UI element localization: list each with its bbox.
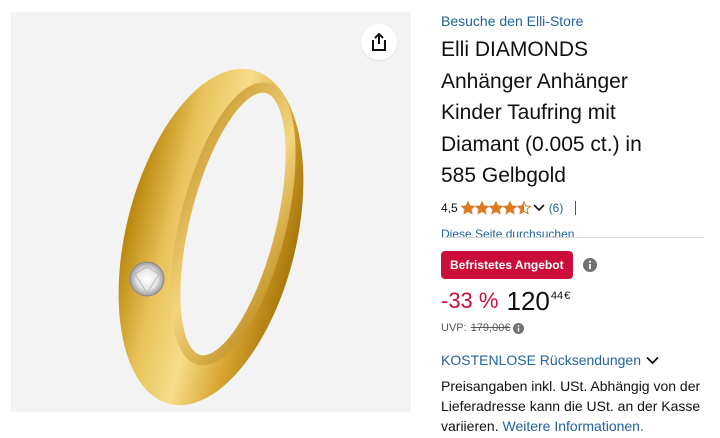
chevron-down-icon bbox=[646, 356, 659, 365]
title-line: Diamant (0.005 ct.) in bbox=[441, 132, 642, 156]
title-line: 585 Gelbgold bbox=[441, 164, 566, 187]
store-link[interactable]: Besuche den Elli-Store bbox=[441, 10, 711, 32]
star-icon bbox=[516, 200, 531, 215]
price-note: Preisangaben inkl. USt. Abhängig von der… bbox=[441, 376, 711, 436]
discount-percent: -33 % bbox=[441, 288, 499, 313]
star-icon bbox=[474, 200, 489, 215]
free-returns-link[interactable]: KOSTENLOSE Rücksendungen bbox=[441, 352, 659, 368]
price-currency: € bbox=[564, 290, 571, 302]
star-icon bbox=[488, 200, 503, 215]
more-info-link[interactable]: Weitere Informationen. bbox=[502, 418, 643, 434]
title-line: Anhänger Anhänger bbox=[441, 69, 628, 93]
product-details: Besuche den Elli-Store Elli DIAMONDS Anh… bbox=[441, 10, 711, 242]
uvp-value: 179,00€ bbox=[470, 322, 511, 334]
divider bbox=[441, 237, 704, 238]
rating-value: 4,5 bbox=[441, 200, 458, 215]
info-icon[interactable] bbox=[582, 258, 597, 272]
title-line: Kinder Taufring mit bbox=[441, 101, 616, 124]
chevron-down-icon[interactable] bbox=[533, 203, 545, 212]
star-icon bbox=[502, 200, 517, 215]
share-button[interactable] bbox=[361, 24, 397, 60]
uvp-row: UVP: 179,00€ bbox=[441, 322, 525, 334]
price-fraction: 44 bbox=[550, 290, 564, 302]
product-image-panel[interactable] bbox=[11, 12, 411, 412]
product-image-ring bbox=[118, 68, 304, 406]
star-rating[interactable] bbox=[460, 200, 531, 215]
ratings-count-link[interactable]: (6) bbox=[549, 201, 564, 215]
price-whole: 120 bbox=[506, 286, 550, 316]
divider bbox=[575, 200, 577, 215]
deal-badge: Befristetes Angebot bbox=[441, 251, 573, 279]
star-icon bbox=[460, 200, 475, 215]
product-title: Elli DIAMONDS Anhänger Anhänger Kinder T… bbox=[441, 34, 703, 192]
title-line: Elli DIAMONDS bbox=[441, 38, 589, 61]
uvp-label: UVP: bbox=[441, 322, 467, 334]
info-icon[interactable] bbox=[513, 322, 525, 334]
free-returns-label: KOSTENLOSE Rücksendungen bbox=[441, 352, 641, 368]
deal-row: Befristetes Angebot bbox=[441, 251, 597, 279]
share-icon bbox=[372, 32, 386, 51]
rating-row: 4,5 (6) bbox=[441, 199, 711, 217]
price-row: -33 % 120 44 € bbox=[441, 286, 570, 318]
search-page-link[interactable]: Diese Seite durchsuchen bbox=[441, 226, 711, 242]
